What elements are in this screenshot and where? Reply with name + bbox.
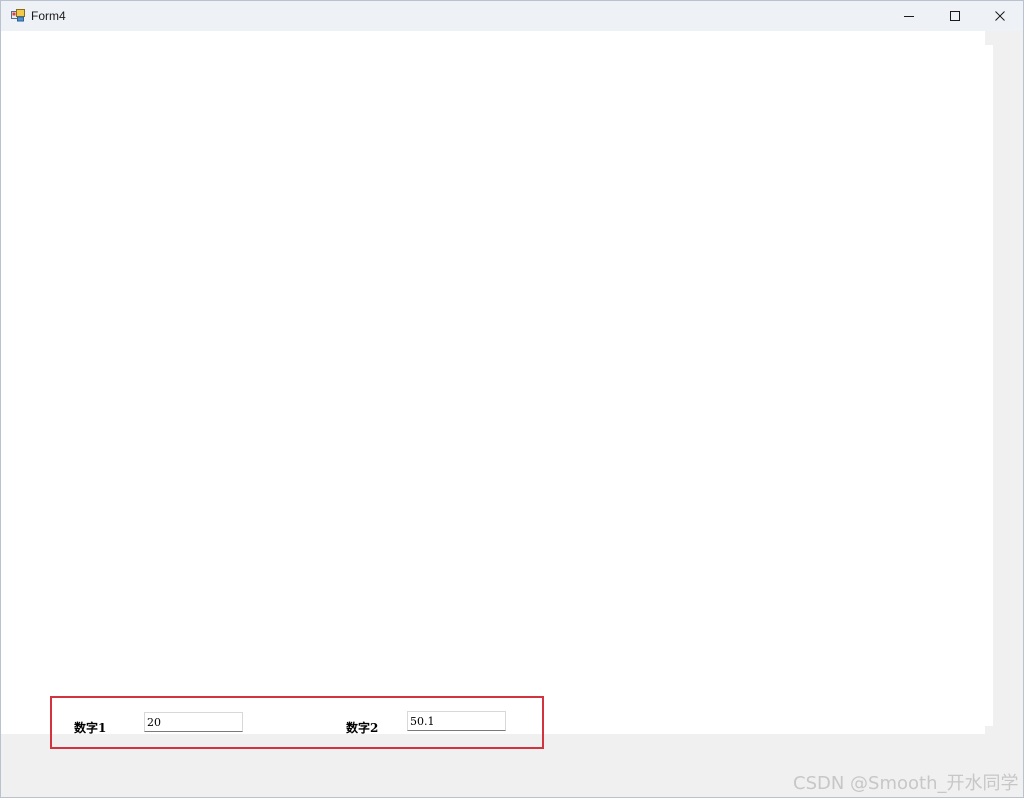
maximize-button[interactable] [932,1,978,31]
panel-edge [985,31,993,45]
number1-label: 数字1 [74,721,107,735]
window-title: Form4 [31,9,66,23]
maximize-icon [949,10,961,22]
panel-edge-bottom [985,726,993,734]
close-icon [994,10,1006,22]
drawing-panel[interactable] [1,31,993,734]
number2-input[interactable] [407,711,506,731]
minimize-icon [903,10,915,22]
winforms-app-icon [11,9,25,22]
close-button[interactable] [977,1,1023,31]
number2-label: 数字2 [346,721,379,735]
watermark: CSDN @Smooth_开水同学 [793,773,1019,794]
minimize-button[interactable] [886,1,932,31]
form-client-area [1,31,1023,797]
title-bar[interactable]: Form4 [1,1,1023,31]
number1-input[interactable] [144,712,243,732]
form4-window: Form4 数字1 数字2 CSDN @Smooth_开水同学 [0,0,1024,798]
